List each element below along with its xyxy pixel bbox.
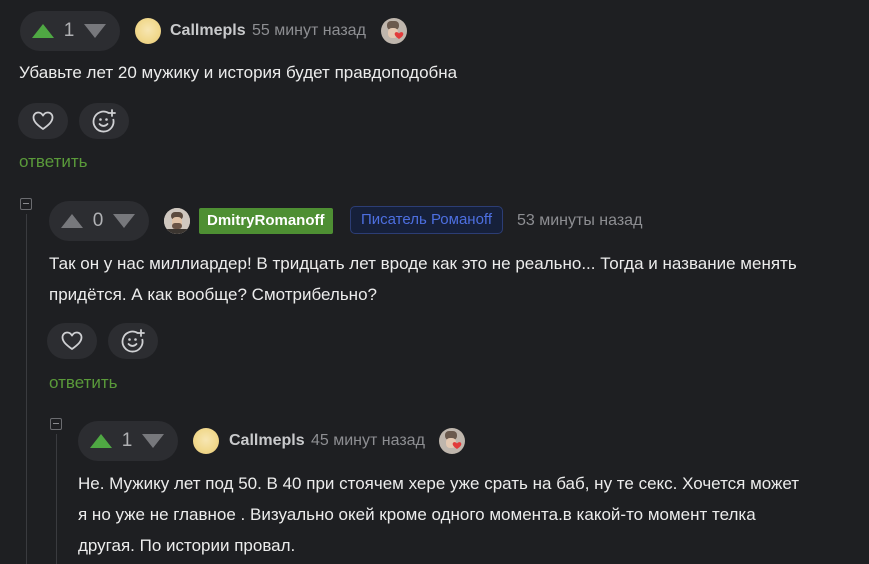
comment-text-line: Так он у нас миллиардер! В тридцать лет …: [49, 254, 797, 273]
upvote-icon[interactable]: [90, 434, 112, 448]
upvote-icon[interactable]: [61, 214, 83, 228]
emoji-reaction-button[interactable]: [108, 323, 158, 359]
username[interactable]: DmitryRomanoff: [199, 208, 333, 234]
like-button[interactable]: [18, 103, 68, 139]
comment-text-line: другая. По истории провал.: [78, 536, 296, 555]
comment-text-line: я но уже не главное . Визуально окей кро…: [78, 505, 756, 524]
comment-time[interactable]: 53 минуты назад: [517, 212, 642, 230]
like-button[interactable]: [47, 323, 97, 359]
author-badge[interactable]: Писатель Романoff: [350, 206, 503, 234]
award-badge: [439, 428, 465, 454]
collapse-thread-toggle[interactable]: [20, 198, 32, 210]
avatar[interactable]: [164, 208, 190, 234]
vote-control: 0: [49, 201, 149, 241]
username[interactable]: Callmepls: [229, 432, 305, 450]
comment-text-line: Не. Мужику лет под 50. В 40 при стоячем …: [78, 474, 800, 493]
vote-count: 1: [121, 430, 133, 451]
vote-count: 0: [92, 210, 104, 231]
emoji-reaction-button[interactable]: [79, 103, 129, 139]
upvote-icon[interactable]: [32, 24, 54, 38]
comment-time[interactable]: 55 минут назад: [252, 22, 366, 40]
thread-line: [56, 434, 57, 564]
award-heart-icon: [445, 431, 462, 449]
heart-icon: [61, 331, 83, 350]
thread-line: [26, 214, 27, 564]
comment-text: Убавьте лет 20 мужику и история будет пр…: [19, 63, 458, 82]
award-badge: [381, 18, 407, 44]
heart-icon: [32, 111, 54, 130]
reply-link[interactable]: ответить: [19, 152, 88, 172]
username[interactable]: Callmepls: [170, 22, 246, 40]
vote-control: 1: [78, 421, 178, 461]
comment-text-line: придётся. А как вообще? Смотрибельно?: [49, 285, 377, 304]
avatar-photo: [164, 208, 190, 234]
vote-count: 1: [63, 20, 75, 41]
downvote-icon[interactable]: [84, 24, 106, 38]
collapse-thread-toggle[interactable]: [50, 418, 62, 430]
downvote-icon[interactable]: [113, 214, 135, 228]
emoji-add-icon: [92, 109, 116, 133]
avatar[interactable]: [135, 18, 161, 44]
reply-link[interactable]: ответить: [49, 373, 118, 393]
downvote-icon[interactable]: [142, 434, 164, 448]
avatar[interactable]: [193, 428, 219, 454]
emoji-add-icon: [121, 329, 145, 353]
award-heart-icon: [387, 21, 404, 39]
vote-control: 1: [20, 11, 120, 51]
comment-time[interactable]: 45 минут назад: [311, 432, 425, 450]
